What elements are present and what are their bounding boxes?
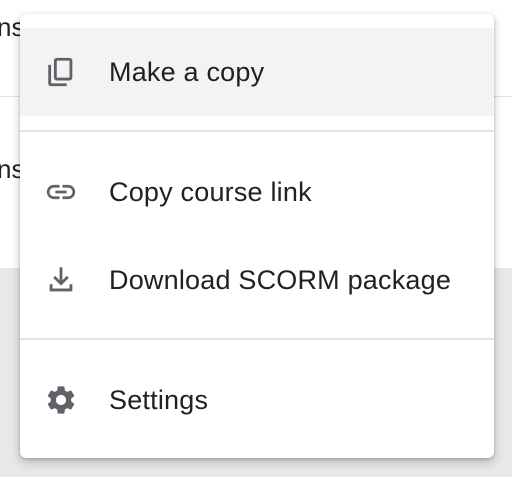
gear-icon [44, 383, 78, 417]
menu-divider [20, 338, 494, 340]
link-icon [44, 175, 78, 209]
menu-item-settings[interactable]: Settings [20, 356, 494, 444]
menu-item-download-scorm-package[interactable]: Download SCORM package [20, 236, 494, 324]
context-menu: Make a copy Copy course link Download SC… [20, 14, 494, 458]
menu-item-label: Make a copy [109, 56, 265, 87]
download-icon [44, 263, 78, 297]
menu-item-copy-course-link[interactable]: Copy course link [20, 148, 494, 236]
menu-item-make-a-copy[interactable]: Make a copy [20, 28, 494, 116]
menu-divider [20, 130, 494, 132]
copy-icon [44, 55, 78, 89]
menu-item-label: Copy course link [109, 176, 312, 207]
menu-item-label: Download SCORM package [109, 264, 452, 295]
menu-item-label: Settings [109, 384, 209, 415]
